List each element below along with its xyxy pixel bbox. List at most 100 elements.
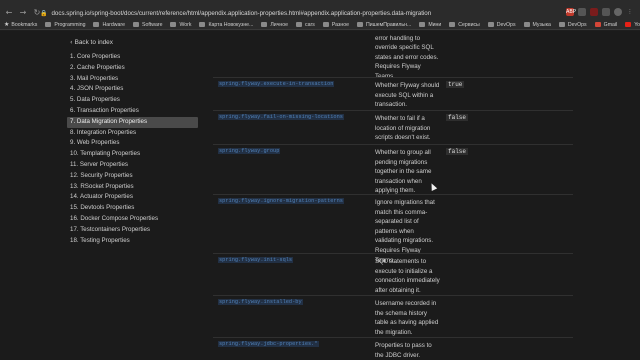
bookmark-label: Мини: [428, 21, 442, 28]
bookmark-item[interactable]: Разное: [322, 21, 349, 28]
bookmark-item[interactable]: Gmail: [594, 21, 618, 28]
extension-icon[interactable]: [590, 8, 598, 16]
bookmark-item[interactable]: Карта Новокузне...: [199, 22, 253, 28]
toc-item[interactable]: 12. Security Properties: [67, 171, 198, 182]
bookmark-item[interactable]: Сервисы: [449, 22, 480, 28]
property-name[interactable]: spring.flyway.installed-by: [218, 299, 303, 305]
toc-item[interactable]: 1. Core Properties: [67, 52, 198, 63]
bookmark-label: DevOps: [496, 21, 516, 28]
toc-item[interactable]: 2. Cache Properties: [67, 63, 198, 74]
bookmark-label: Карта Новокузне...: [208, 21, 254, 28]
bookmark-label: DevOps: [567, 21, 587, 28]
property-name[interactable]: spring.flyway.jdbc-properties.*: [218, 341, 319, 347]
property-description: SQL statements to execute to initialize …: [375, 258, 440, 294]
toc-item[interactable]: 3. Mail Properties: [67, 74, 198, 85]
property-default: false: [446, 114, 469, 121]
folder-icon: [93, 22, 100, 27]
gmail-icon: [594, 22, 601, 27]
bookmark-label: Личное: [270, 21, 289, 28]
extension-icon[interactable]: [578, 8, 586, 16]
bookmark-item[interactable]: Музыка: [523, 21, 551, 28]
bookmark-item[interactable]: Мини: [419, 22, 441, 28]
toc-item[interactable]: 17. Testcontainers Properties: [67, 225, 198, 236]
toc-item[interactable]: 16. Docker Compose Properties: [67, 214, 198, 225]
bookmark-label: YouTube: [634, 21, 640, 28]
bookmark-item[interactable]: ПишемПравильн...: [357, 22, 411, 28]
toc-item[interactable]: 6. Transaction Properties: [67, 106, 198, 117]
abp-extension-icon[interactable]: ABP: [566, 8, 576, 16]
row-divider: [213, 337, 573, 338]
sidebar-toc: ‹ Back to index 1. Core Properties 2. Cach…: [0, 31, 205, 360]
bookmark-label: Разное: [331, 21, 349, 28]
toc-item[interactable]: 4. JSON Properties: [67, 84, 198, 95]
bookmark-label: Hardware: [102, 21, 125, 28]
property-name[interactable]: spring.flyway.execute-in-transaction: [218, 81, 335, 87]
bookmark-label: Programming: [54, 21, 86, 28]
bookmark-label: Сервисы: [458, 21, 480, 28]
forward-arrow-icon[interactable]: →: [18, 8, 28, 18]
chevron-left-icon: ‹: [70, 38, 73, 46]
folder-icon: [132, 22, 139, 27]
bookmark-label: Bookmarks: [11, 21, 38, 28]
toc-item[interactable]: 7. Data Migration Properties: [67, 116, 198, 128]
toc-item[interactable]: 5. Data Properties: [67, 95, 198, 106]
youtube-icon: [625, 22, 632, 27]
row-divider: [213, 194, 573, 195]
bookmark-item[interactable]: Hardware: [93, 22, 125, 28]
bookmark-item[interactable]: Личное: [261, 22, 288, 28]
row-divider: [213, 110, 573, 111]
bookmark-item[interactable]: Programming: [45, 22, 85, 28]
row-divider: [213, 77, 573, 78]
extension-icon[interactable]: [602, 8, 610, 16]
folder-icon: [296, 22, 303, 27]
url-text: docs.spring.io/spring-boot/docs/current/…: [51, 9, 432, 17]
toc-item[interactable]: 13. RSocket Properties: [67, 182, 198, 193]
row-divider: [213, 295, 573, 296]
bookmark-label: Software: [141, 21, 163, 28]
folder-icon: [523, 22, 530, 27]
toc-item[interactable]: 9. Web Properties: [67, 138, 198, 149]
toc-item[interactable]: 14. Actuator Properties: [67, 192, 198, 203]
property-name[interactable]: spring.flyway.fail-on-missing-locations: [218, 114, 344, 120]
folder-icon: [170, 22, 177, 27]
back-to-index-link[interactable]: ‹ Back to index: [70, 38, 113, 46]
lock-icon: 🔒: [40, 9, 48, 17]
bookmark-item[interactable]: Work: [170, 22, 191, 28]
property-name[interactable]: spring.flyway.group: [218, 148, 281, 154]
row-divider: [213, 144, 573, 145]
properties-table: spring.flyway.error-overridesRules for t…: [213, 31, 640, 360]
folder-icon: [357, 22, 363, 27]
property-default: true: [446, 81, 465, 88]
toc-item[interactable]: 15. Devtools Properties: [67, 203, 198, 214]
bookmark-item[interactable]: Software: [132, 21, 163, 28]
folder-icon: [449, 22, 456, 27]
profile-avatar-icon[interactable]: [614, 8, 622, 16]
bookmark-item[interactable]: ★ Bookmarks: [4, 21, 37, 28]
bookmark-label: Gmail: [603, 21, 618, 28]
bookmark-item[interactable]: YouTube: [625, 22, 640, 28]
toc-item[interactable]: 10. Templating Properties: [67, 149, 198, 160]
toc-item[interactable]: 8. Integration Properties: [67, 128, 198, 139]
property-default: false: [446, 148, 469, 155]
property-name[interactable]: spring.flyway.ignore-migration-patterns: [218, 198, 344, 204]
bookmark-item[interactable]: cars: [296, 22, 315, 28]
folder-icon: [487, 22, 494, 27]
property-name[interactable]: spring.flyway.init-sqls: [218, 257, 294, 263]
toc-item[interactable]: 11. Server Properties: [67, 160, 198, 171]
bookmark-label: cars: [305, 21, 315, 28]
row-divider: [213, 253, 573, 254]
bookmark-item[interactable]: DevOps: [558, 21, 587, 28]
folder-icon: [322, 22, 329, 27]
bookmark-label: Музыка: [532, 21, 551, 28]
folder-icon: [261, 22, 268, 27]
toc-item[interactable]: 18. Testing Properties: [67, 236, 198, 247]
property-description: Whether Flyway should execute SQL within…: [375, 82, 440, 109]
property-description: Username recorded in the schema history …: [375, 300, 439, 336]
back-arrow-icon[interactable]: ←: [4, 8, 14, 18]
url-field[interactable]: 🔒 docs.spring.io/spring-boot/docs/curren…: [40, 8, 540, 18]
extension-icons: ABP ⋮: [566, 8, 634, 16]
property-description: Whether to fail if a location of migrati…: [375, 115, 431, 142]
menu-icon[interactable]: ⋮: [626, 8, 634, 16]
bookmark-item[interactable]: DevOps: [487, 21, 516, 28]
address-bar: ← → ↻ 🔒 docs.spring.io/spring-boot/docs/…: [0, 6, 640, 20]
